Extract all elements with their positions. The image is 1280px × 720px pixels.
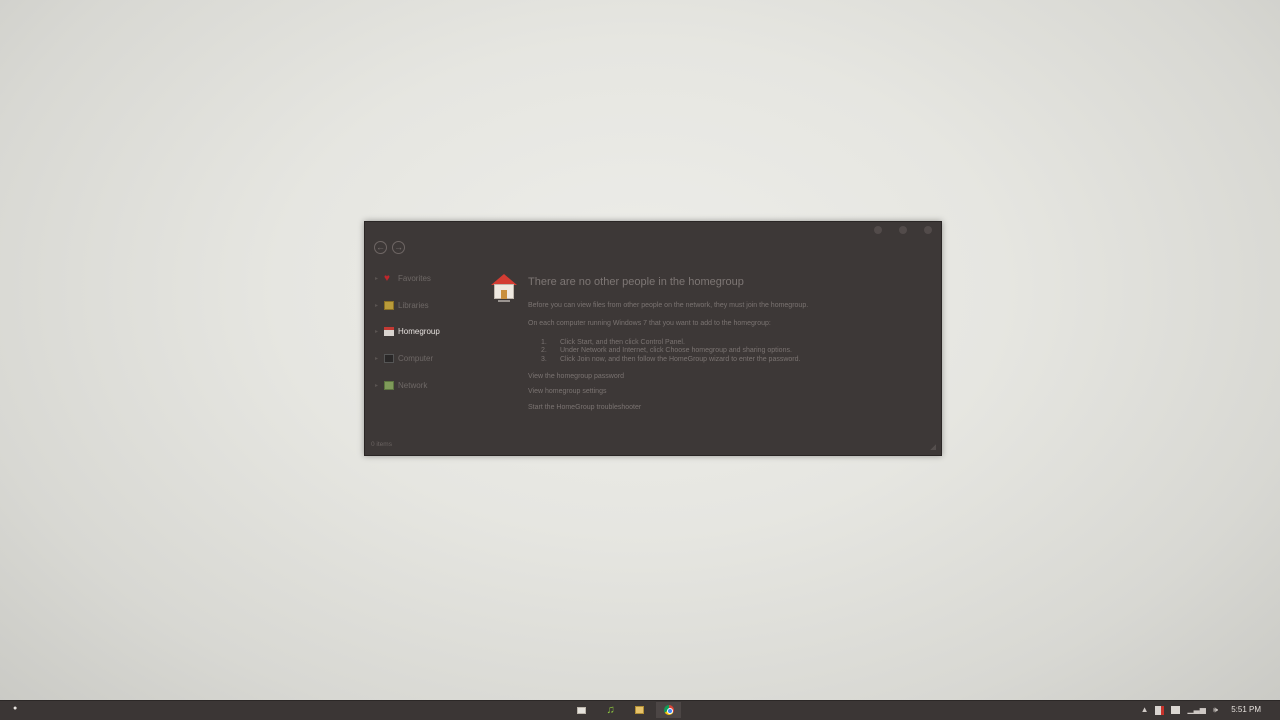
homegroup-window: ← → ▸ ♥ Favorites ▸ Libraries ▸ Homegrou… [364, 221, 942, 456]
chrome-icon [663, 705, 674, 715]
expand-arrow-icon[interactable]: ▸ [375, 302, 384, 309]
folder-icon [635, 706, 644, 714]
sidebar-item-label: Favorites [398, 273, 431, 283]
sidebar-item-computer[interactable]: ▸ Computer [375, 345, 485, 372]
taskbar-pinned-apps: ♫ [569, 702, 681, 718]
forward-arrow-icon[interactable]: → [392, 241, 405, 254]
status-bar-text: 0 items [371, 441, 392, 448]
step-number: 3. [541, 355, 547, 363]
homegroup-house-icon [490, 272, 518, 302]
window-controls [874, 226, 932, 234]
sidebar-item-label: Computer [398, 354, 434, 364]
info-paragraph: On each computer running Windows 7 that … [528, 320, 771, 327]
volume-icon[interactable]: 🕪 [1213, 704, 1218, 716]
step-number: 1. [541, 338, 547, 346]
homegroup-icon [384, 327, 394, 337]
library-icon [384, 300, 394, 310]
computer-icon [384, 354, 394, 364]
close-button[interactable] [924, 226, 932, 234]
expand-arrow-icon[interactable]: ▸ [375, 382, 384, 389]
taskbar-explorer-button[interactable] [569, 702, 594, 718]
sidebar-item-label: Homegroup [398, 327, 440, 337]
sidebar-item-favorites[interactable]: ▸ ♥ Favorites [375, 265, 485, 292]
list-item: 1. Click Start, and then click Control P… [541, 338, 928, 347]
task-links: View the homegroup password View homegro… [528, 371, 928, 418]
explorer-icon [577, 706, 586, 714]
sidebar-item-homegroup[interactable]: ▸ Homegroup [375, 319, 485, 346]
step-number: 2. [541, 347, 547, 355]
page-title: There are no other people in the homegro… [528, 276, 744, 288]
sidebar-item-label: Libraries [398, 300, 429, 310]
expand-arrow-icon[interactable]: ▸ [375, 275, 384, 282]
system-tray: ▲ ▁▃▅ 🕪 [1141, 704, 1218, 716]
start-button[interactable]: ● [13, 705, 21, 715]
navigation-pane: ▸ ♥ Favorites ▸ Libraries ▸ Homegroup ▸ … [375, 265, 485, 399]
heart-icon: ♥ [384, 272, 390, 284]
signal-bars-icon[interactable]: ▁▃▅ [1187, 704, 1205, 716]
step-text: Under Network and Internet, click Choose… [560, 347, 792, 355]
list-item: 2. Under Network and Internet, click Cho… [541, 347, 928, 356]
network-icon [384, 381, 394, 391]
music-player-icon: ♫ [606, 703, 615, 716]
minimize-button[interactable] [874, 226, 882, 234]
sidebar-item-network[interactable]: ▸ Network [375, 372, 485, 399]
sidebar-item-libraries[interactable]: ▸ Libraries [375, 292, 485, 319]
view-settings-link[interactable]: View homegroup settings [528, 386, 928, 402]
list-item: 3. Click Join now, and then follow the H… [541, 355, 928, 364]
taskbar-folder-button[interactable] [627, 702, 652, 718]
network-tray-icon[interactable] [1171, 706, 1181, 714]
clock[interactable]: 5:51 PM [1231, 705, 1261, 714]
taskbar-music-button[interactable]: ♫ [598, 702, 623, 718]
steps-list: 1. Click Start, and then click Control P… [528, 338, 928, 364]
action-center-flag-icon[interactable] [1155, 705, 1165, 715]
view-password-link[interactable]: View the homegroup password [528, 371, 928, 387]
taskbar: ● ♫ ▲ ▁▃▅ 🕪 5:51 PM [0, 700, 1280, 720]
step-text: Click Start, and then click Control Pane… [560, 338, 685, 346]
back-arrow-icon[interactable]: ← [374, 241, 387, 254]
troubleshooter-link[interactable]: Start the HomeGroup troubleshooter [528, 402, 928, 418]
step-text: Click Join now, and then follow the Home… [560, 355, 801, 363]
expand-arrow-icon[interactable]: ▸ [375, 355, 384, 362]
sidebar-item-label: Network [398, 381, 428, 391]
info-paragraph: Before you can view files from other peo… [528, 302, 809, 309]
maximize-button[interactable] [899, 226, 907, 234]
resize-grip-icon[interactable] [930, 444, 936, 450]
expand-arrow-icon[interactable]: ▸ [375, 328, 384, 335]
taskbar-chrome-button[interactable] [656, 702, 681, 718]
show-hidden-icons-button[interactable]: ▲ [1141, 704, 1149, 716]
